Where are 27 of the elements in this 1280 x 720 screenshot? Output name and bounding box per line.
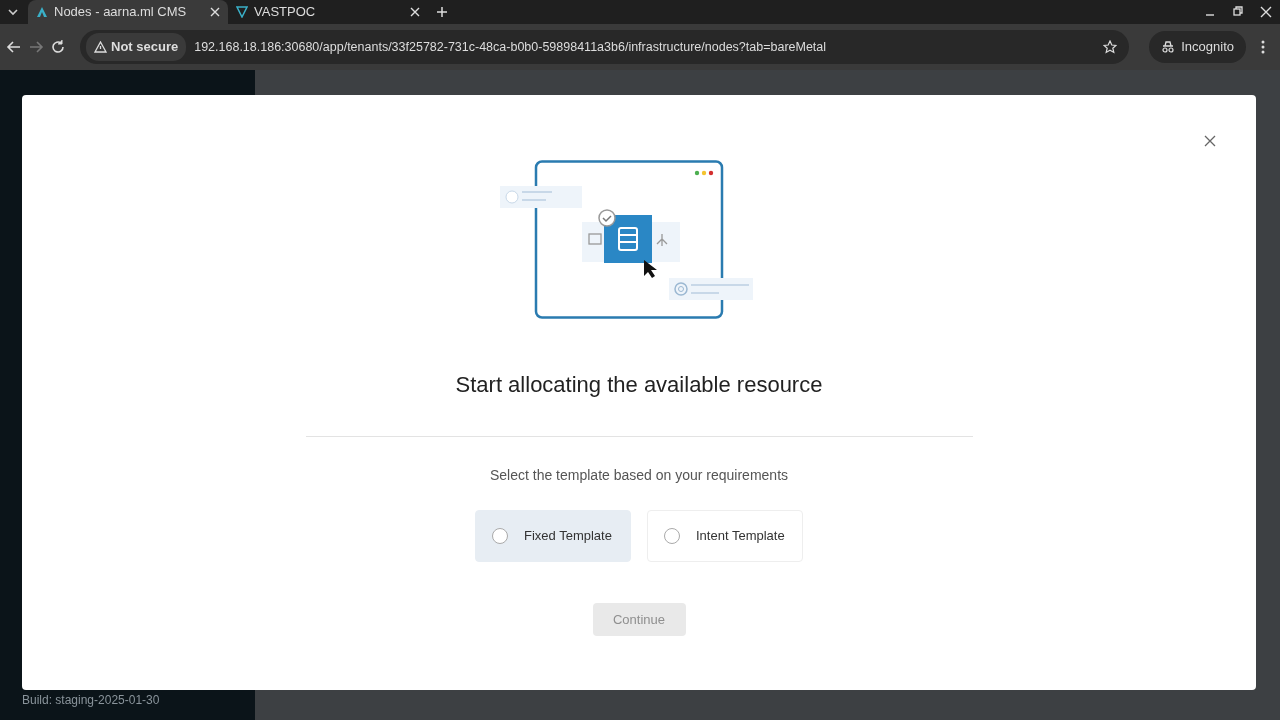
prompt-text: Select the template based on your requirements: [489, 466, 789, 485]
close-icon: [1204, 135, 1216, 147]
security-chip[interactable]: Not secure: [86, 33, 187, 61]
menu-icon[interactable]: [1260, 39, 1266, 55]
site-icon: [36, 6, 48, 18]
incognito-icon: [1161, 41, 1176, 53]
site-icon: [236, 6, 248, 18]
warning-icon: [94, 41, 107, 53]
browser-tab[interactable]: Nodes - aarna.ml CMS: [28, 0, 228, 24]
bookmark-star-icon[interactable]: [1103, 40, 1118, 54]
template-option[interactable]: Intent Template: [647, 510, 803, 562]
incognito-chip[interactable]: Incognito: [1149, 31, 1246, 63]
radio-button[interactable]: [664, 528, 680, 544]
reload-icon[interactable]: [50, 39, 66, 55]
radio-button[interactable]: [492, 528, 508, 544]
browser-tab[interactable]: VASTPOC: [228, 0, 428, 24]
close-icon[interactable]: [1260, 6, 1272, 18]
address-bar[interactable]: Not secure 192.168.18.186:30680/app/tenants/33f25782-731c-48ca-b0b0-59898411a3b6/infrastructure/nodes?tab=bareMetal: [80, 30, 1130, 64]
build-label: Build: staging-2025-01-30: [22, 692, 161, 709]
forward-icon[interactable]: [28, 39, 44, 55]
template-option[interactable]: Fixed Template: [475, 510, 631, 562]
back-icon[interactable]: [6, 39, 22, 55]
restore-icon[interactable]: [1232, 6, 1244, 18]
close-icon[interactable]: [210, 7, 220, 17]
dialog-title: Start allocating the available resource: [455, 371, 823, 399]
close-icon[interactable]: [410, 7, 420, 17]
new-tab-icon[interactable]: [436, 6, 448, 18]
